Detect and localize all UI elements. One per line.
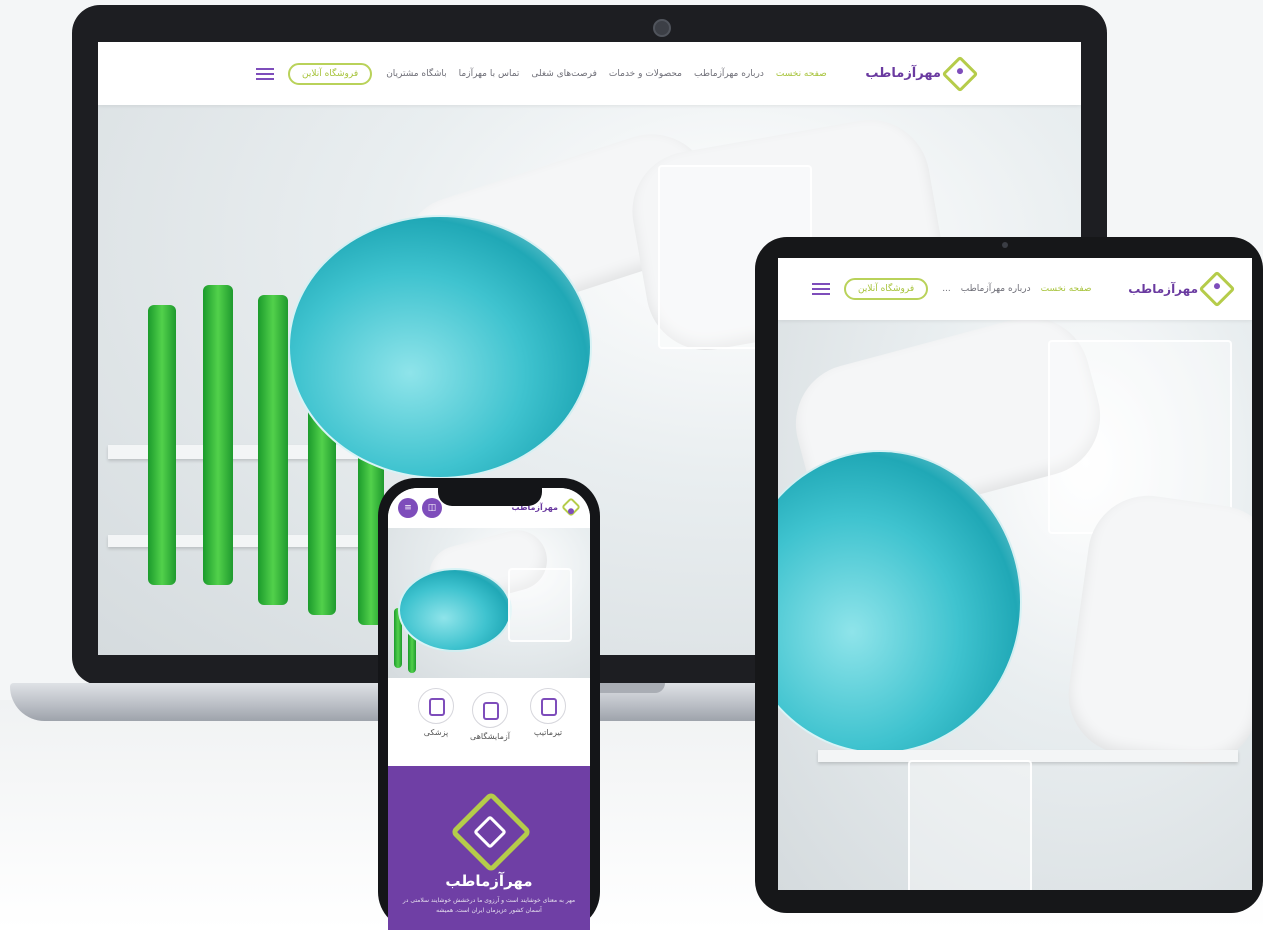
nav-careers[interactable]: فرصت‌های شغلی <box>531 69 597 79</box>
tablet-navbar: فروشگاه آنلاین صفحه نخست درباره مهرآزماط… <box>778 258 1252 320</box>
nav-more[interactable]: ... <box>942 284 951 294</box>
service-item[interactable]: آزمایشگاهی <box>464 692 516 741</box>
logo-icon <box>561 497 581 517</box>
nav-about[interactable]: درباره مهرآزماطب <box>694 69 764 79</box>
cart-icon[interactable]: ◫ <box>422 498 442 518</box>
service-item[interactable]: تیرماتیپ <box>522 688 574 737</box>
service-icon <box>530 688 566 724</box>
hamburger-icon[interactable] <box>812 283 830 295</box>
nav-about[interactable]: درباره مهرآزماطب <box>961 284 1031 294</box>
logo-icon <box>1198 270 1236 308</box>
glass-beaker <box>908 760 1032 890</box>
test-tube <box>148 305 176 585</box>
footer-brand-name: مهرآزماطب <box>445 872 533 890</box>
service-icon <box>418 688 454 724</box>
service-label: تیرماتیپ <box>533 728 563 737</box>
hero-lab-image <box>778 303 1252 890</box>
nav-home[interactable]: صفحه نخست <box>776 69 827 79</box>
test-tube <box>203 285 233 585</box>
glass-beaker <box>508 568 572 642</box>
flask-blue-liquid <box>778 450 1022 754</box>
service-icon <box>472 692 508 728</box>
service-label: پزشکی <box>423 728 449 737</box>
brand-logo[interactable]: مهرآزماطب <box>865 55 979 92</box>
nav-home[interactable]: صفحه نخست <box>1041 284 1092 294</box>
tablet-screen: فروشگاه آنلاین صفحه نخست درباره مهرآزماط… <box>778 258 1252 890</box>
brand-tagline: مهر به معنای خوشایند است و آرزوی ما درخش… <box>402 897 576 914</box>
nav-club[interactable]: باشگاه مشتریان <box>386 69 446 79</box>
brand-name: مهرآزماطب <box>1128 282 1198 296</box>
desktop-menu: صفحه نخست درباره مهرآزماطب محصولات و خدم… <box>386 69 827 79</box>
online-shop-button[interactable]: فروشگاه آنلاین <box>844 278 929 300</box>
hamburger-icon[interactable] <box>256 67 274 80</box>
nav-products[interactable]: محصولات و خدمات <box>609 69 682 79</box>
hero-lab-image <box>388 523 590 678</box>
phone-notch <box>438 486 542 506</box>
desktop-navbar: فروشگاه آنلاین صفحه نخست درباره مهرآزماط… <box>98 42 1081 105</box>
service-item[interactable]: پزشکی <box>410 688 462 737</box>
phone-screen: ≡ ◫ مهرآزماطب تیرماتیپ آزمایشگاهی پزشکی … <box>388 488 590 930</box>
brand-name: مهرآزماطب <box>865 66 941 81</box>
flask-blue-liquid <box>398 568 512 652</box>
nav-contact[interactable]: تماس با مهرآزما <box>459 69 520 79</box>
service-label: آزمایشگاهی <box>470 732 510 741</box>
camera-icon <box>1002 242 1008 248</box>
camera-icon <box>653 19 671 37</box>
brand-logo[interactable]: مهرآزماطب <box>1128 270 1236 308</box>
tablet-menu: صفحه نخست درباره مهرآزماطب ... <box>942 284 1091 294</box>
test-tube <box>258 295 288 605</box>
online-shop-button[interactable]: فروشگاه آنلاین <box>288 62 373 85</box>
logo-icon <box>941 55 979 92</box>
hamburger-icon[interactable]: ≡ <box>398 498 418 518</box>
flask-blue-liquid <box>288 215 592 479</box>
